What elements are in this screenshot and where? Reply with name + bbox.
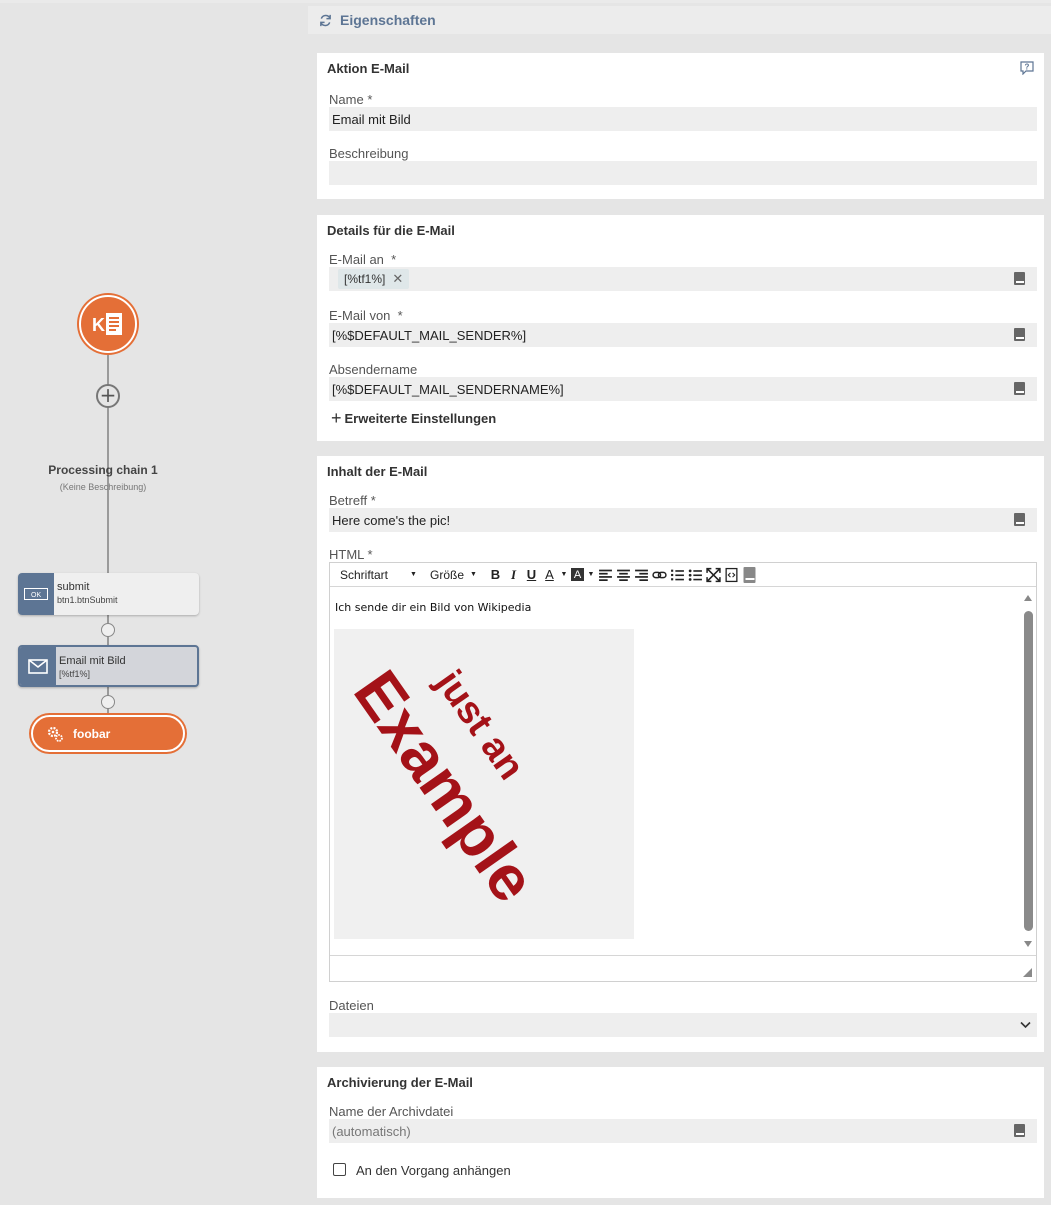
beschreibung-label: Beschreibung — [329, 146, 409, 161]
name-value: Email mit Bild — [332, 111, 411, 127]
background-color-dropdown-icon[interactable]: ▼ — [587, 567, 595, 583]
chain-description: (Keine Beschreibung) — [59, 482, 147, 492]
book-icon[interactable] — [1014, 328, 1025, 341]
bullet-list-icon[interactable] — [688, 567, 703, 583]
editor-status-bar — [330, 955, 1036, 981]
attach-to-process-label[interactable]: An den Vorgang anhängen — [356, 1163, 511, 1178]
link-icon[interactable] — [652, 567, 667, 583]
scrollbar-thumb[interactable] — [1024, 611, 1033, 931]
name-field[interactable]: Email mit Bild — [329, 107, 1037, 131]
html-label: HTML * — [329, 547, 373, 562]
form-start-node[interactable]: K — [79, 295, 137, 353]
flow-node-email[interactable]: Email mit Bild [%tf1%] — [18, 645, 199, 687]
required-marker: * — [367, 92, 373, 107]
text-color-button[interactable]: A — [542, 567, 557, 583]
text-color-dropdown-icon[interactable]: ▼ — [560, 567, 568, 583]
refresh-icon[interactable] — [319, 14, 332, 27]
svg-text:K: K — [92, 315, 105, 335]
book-icon[interactable] — [1014, 513, 1025, 526]
book-icon[interactable] — [1014, 382, 1025, 395]
envelope-icon — [20, 647, 56, 685]
ok-button-icon: OK — [18, 573, 54, 615]
example-image: just an Example — [334, 629, 634, 939]
align-left-icon[interactable] — [598, 567, 613, 583]
editor-toolbar: Schriftart ▼ Größe ▼ B I U A ▼ A ▼ — [330, 563, 1036, 587]
advanced-settings-toggle[interactable]: + Erweiterte Einstellungen — [331, 408, 496, 428]
form-icon: K — [92, 313, 122, 335]
flow-canvas[interactable]: K + Processing chain 1 (Keine Beschreibu… — [0, 0, 308, 1205]
node-subtitle: [%tf1%] — [59, 669, 91, 679]
book-icon[interactable] — [1014, 1124, 1025, 1137]
editor-content[interactable]: Ich sende dir ein Bild von Wikipedia jus… — [330, 587, 1036, 955]
properties-title: Eigenschaften — [340, 12, 436, 28]
italic-button[interactable]: I — [506, 567, 521, 583]
card-email-archive: Archivierung der E-Mail Name der Archivd… — [317, 1067, 1044, 1198]
add-chain-button[interactable]: + — [96, 384, 120, 408]
card-email-content: Inhalt der E-Mail Betreff * Here come's … — [317, 456, 1044, 1052]
chevron-down-icon[interactable] — [1020, 1021, 1031, 1029]
from-field[interactable]: [%$DEFAULT_MAIL_SENDER%] — [329, 323, 1037, 347]
html-editor[interactable]: Schriftart ▼ Größe ▼ B I U A ▼ A ▼ Ich s… — [329, 562, 1037, 982]
help-icon[interactable]: ? — [1020, 61, 1034, 75]
card-title: Aktion E-Mail — [327, 61, 410, 76]
name-label: Name * — [329, 92, 373, 107]
underline-button[interactable]: U — [524, 567, 539, 583]
background-color-button[interactable]: A — [571, 568, 584, 581]
recipient-chip: [%tf1%] ✕ — [338, 269, 410, 289]
to-field[interactable]: [%tf1%] ✕ — [329, 267, 1037, 291]
book-icon[interactable] — [1014, 272, 1025, 285]
to-label: E-Mail an * — [329, 252, 397, 267]
resize-handle-icon[interactable] — [1023, 968, 1032, 977]
scroll-up-arrow-icon[interactable] — [1024, 595, 1032, 601]
card-title: Details für die E-Mail — [327, 223, 455, 238]
archive-filename-field[interactable]: (automatisch) — [329, 1119, 1037, 1143]
files-label: Dateien — [329, 998, 374, 1013]
node-connector[interactable] — [101, 623, 115, 637]
from-label: E-Mail von * — [329, 308, 403, 323]
beschreibung-field[interactable] — [329, 161, 1037, 185]
numbered-list-icon[interactable] — [670, 567, 685, 583]
attach-to-process-checkbox[interactable] — [333, 1163, 346, 1176]
plus-icon: + — [331, 408, 342, 428]
archive-filename-placeholder: (automatisch) — [332, 1123, 411, 1139]
sender-field[interactable]: [%$DEFAULT_MAIL_SENDERNAME%] — [329, 377, 1037, 401]
fullscreen-icon[interactable] — [706, 567, 721, 583]
properties-panel: Eigenschaften Aktion E-Mail ? Name * Ema… — [308, 0, 1051, 1205]
svg-text:?: ? — [1025, 63, 1030, 72]
card-email-details: Details für die E-Mail E-Mail an * [%tf1… — [317, 215, 1044, 441]
gears-icon — [47, 726, 63, 742]
font-size-select[interactable]: Größe ▼ — [430, 568, 488, 582]
source-code-icon[interactable] — [724, 567, 739, 583]
font-family-select[interactable]: Schriftart ▼ — [340, 568, 426, 582]
end-node-label: foobar — [73, 726, 111, 741]
node-title: Email mit Bild — [59, 655, 126, 667]
flow-end-node-foobar[interactable]: foobar — [31, 715, 185, 752]
properties-header: Eigenschaften — [308, 6, 1051, 34]
node-title: submit — [57, 581, 90, 593]
remove-chip-icon[interactable]: ✕ — [392, 271, 403, 287]
card-title: Archivierung der E-Mail — [327, 1075, 473, 1090]
flow-node-submit[interactable]: OK submit btn1.btnSubmit — [18, 573, 199, 615]
align-right-icon[interactable] — [634, 567, 649, 583]
chain-title: Processing chain 1 — [48, 463, 158, 477]
node-subtitle: btn1.btnSubmit — [57, 595, 118, 605]
subject-label: Betreff * — [329, 493, 376, 508]
node-connector[interactable] — [101, 695, 115, 709]
card-aktion-email: Aktion E-Mail ? Name * Email mit Bild Be… — [317, 53, 1044, 199]
card-title: Inhalt der E-Mail — [327, 464, 428, 479]
subject-field[interactable]: Here come's the pic! — [329, 508, 1037, 532]
archive-filename-label: Name der Archivdatei — [329, 1104, 454, 1119]
ok-badge: OK — [31, 592, 41, 599]
align-center-icon[interactable] — [616, 567, 631, 583]
editor-scrollbar[interactable] — [1024, 595, 1033, 947]
sender-label: Absendername — [329, 362, 418, 377]
book-icon[interactable] — [742, 566, 757, 583]
bold-button[interactable]: B — [488, 567, 503, 583]
scroll-down-arrow-icon[interactable] — [1024, 941, 1032, 947]
files-select[interactable] — [329, 1013, 1037, 1037]
editor-body-text: Ich sende dir ein Bild von Wikipedia — [335, 601, 532, 614]
